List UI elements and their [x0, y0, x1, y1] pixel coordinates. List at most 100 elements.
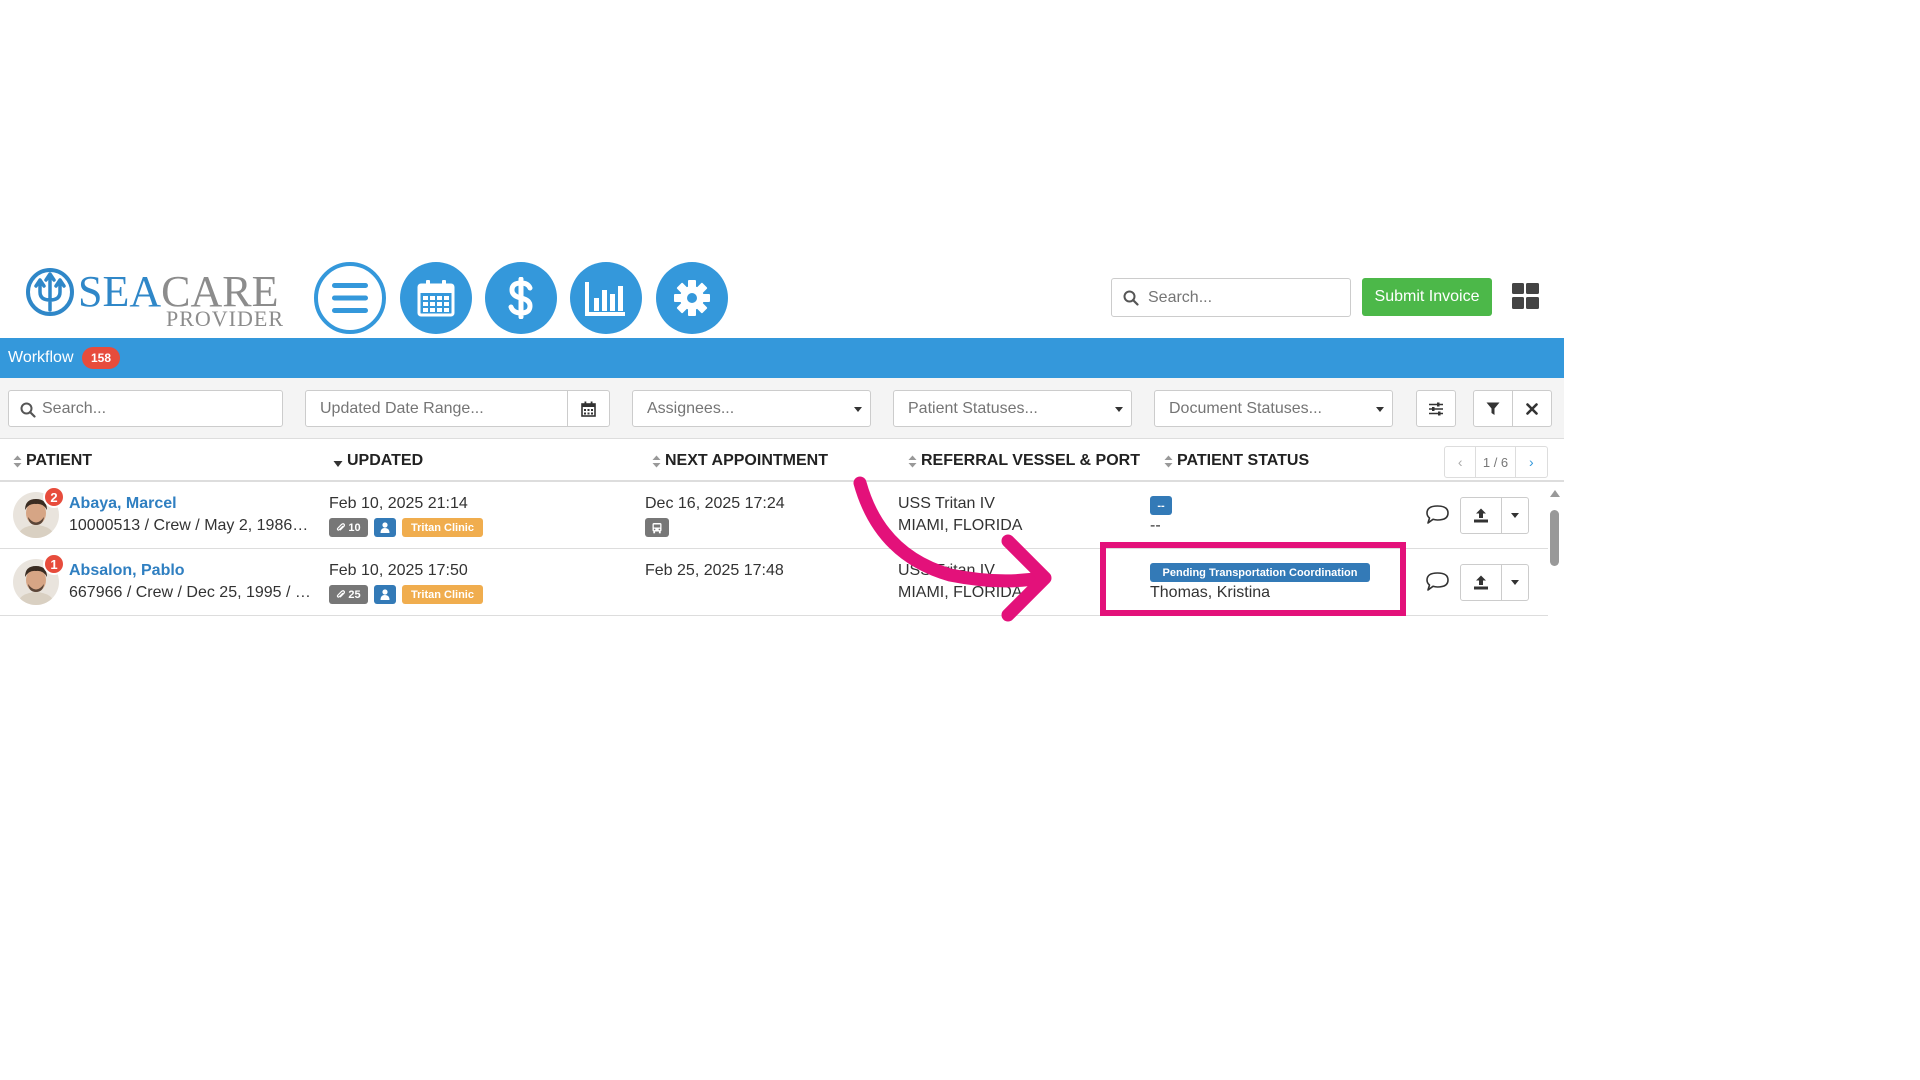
comment-icon[interactable] [1425, 571, 1450, 593]
comment-icon[interactable] [1425, 504, 1450, 526]
calendar-icon [417, 280, 455, 317]
filter-button[interactable] [1473, 390, 1513, 427]
table-scrollbar[interactable] [1548, 482, 1562, 618]
chevron-down-icon [1376, 407, 1384, 412]
patient-search-box[interactable] [8, 390, 283, 427]
filter-icon [1486, 402, 1500, 415]
pagination: ‹ 1 / 6 › [1444, 446, 1548, 478]
trident-logo-icon [26, 268, 74, 316]
previous-page-button[interactable]: ‹ [1445, 447, 1477, 477]
paperclip-icon [337, 522, 346, 531]
calendar-nav-button[interactable] [400, 262, 472, 334]
date-picker-button[interactable] [567, 391, 609, 426]
chevron-down-icon [1511, 513, 1519, 518]
filter-toolbar [0, 378, 1564, 438]
column-header-patient[interactable]: PATIENT [13, 452, 92, 470]
upload-button[interactable] [1461, 565, 1502, 600]
next-page-button[interactable]: › [1516, 447, 1547, 477]
chevron-down-icon [854, 407, 862, 412]
assignee-badge[interactable] [374, 518, 396, 537]
column-settings-button[interactable] [1416, 390, 1456, 427]
date-range-input[interactable] [306, 391, 568, 426]
patient-status-badge[interactable]: -- [1150, 496, 1172, 515]
workflow-title[interactable]: Workflow [8, 349, 74, 367]
table-header: PATIENT UPDATED NEXT APPOINTMENT REFERRA… [0, 438, 1564, 482]
upload-button[interactable] [1461, 498, 1502, 533]
patient-search-input[interactable] [9, 391, 282, 426]
menu-nav-button[interactable] [314, 262, 386, 334]
sort-icon [13, 455, 22, 467]
sort-desc-icon [333, 460, 343, 467]
assignee-badge[interactable] [374, 585, 396, 604]
annotation-highlight-box [1100, 542, 1406, 616]
document-statuses-input[interactable] [1155, 391, 1392, 426]
chevron-down-icon [1115, 407, 1123, 412]
patient-statuses-select[interactable] [893, 390, 1132, 427]
close-icon [1526, 402, 1538, 415]
calendar-icon [581, 401, 596, 417]
global-search-box[interactable] [1111, 278, 1351, 317]
updated-date: Feb 10, 2025 21:14 [329, 495, 468, 512]
transport-badge[interactable] [645, 518, 669, 537]
upload-icon [1474, 508, 1488, 523]
settings-nav-button[interactable] [656, 262, 728, 334]
submit-invoice-button[interactable]: Submit Invoice [1362, 278, 1492, 316]
billing-nav-button[interactable] [485, 262, 557, 334]
clinic-badge[interactable]: Tritan Clinic [402, 585, 483, 604]
logo-subtitle: PROVIDER [165, 306, 284, 331]
bar-chart-icon [585, 282, 625, 316]
row-actions-group [1460, 564, 1529, 601]
paperclip-icon [337, 589, 346, 598]
page-indicator: 1 / 6 [1476, 447, 1516, 477]
gear-icon [674, 280, 710, 316]
updated-date: Feb 10, 2025 17:50 [329, 562, 468, 579]
notification-badge: 2 [43, 486, 65, 508]
column-header-referral-vessel-port[interactable]: REFERRAL VESSEL & PORT [908, 452, 1140, 470]
date-range-field[interactable] [305, 390, 610, 427]
patient-name-link[interactable]: Abaya, Marcel [69, 495, 177, 513]
bus-icon [652, 522, 662, 533]
scroll-up-arrow-icon[interactable] [1550, 490, 1560, 497]
search-icon [20, 402, 36, 418]
status-assignee: -- [1150, 517, 1161, 534]
row-actions-dropdown[interactable] [1502, 565, 1528, 600]
next-appointment-date: Dec 16, 2025 17:24 [645, 495, 785, 512]
chevron-down-icon [1511, 580, 1519, 585]
reports-nav-button[interactable] [570, 262, 642, 334]
row-actions-dropdown[interactable] [1502, 498, 1528, 533]
assignees-input[interactable] [633, 391, 870, 426]
notification-badge: 1 [43, 553, 65, 575]
search-icon [1123, 290, 1139, 306]
column-header-next-appointment[interactable]: NEXT APPOINTMENT [652, 452, 828, 470]
sliders-icon [1429, 402, 1443, 415]
attachments-badge[interactable]: 10 [329, 518, 368, 537]
patient-details: 667966 / Crew / Dec 25, 1995 / … [69, 584, 311, 601]
patient-details: 10000513 / Crew / May 2, 1986 / … [69, 517, 311, 534]
clinic-badge[interactable]: Tritan Clinic [402, 518, 483, 537]
column-header-patient-status[interactable]: PATIENT STATUS [1164, 452, 1309, 470]
document-statuses-select[interactable] [1154, 390, 1393, 427]
assignees-select[interactable] [632, 390, 871, 427]
table-row[interactable]: 2 Abaya, Marcel 10000513 / Crew / May 2,… [0, 482, 1548, 549]
user-icon [380, 522, 390, 533]
sort-icon [908, 455, 917, 467]
workflow-bar: Workflow 158 [0, 338, 1564, 378]
brand-logo[interactable]: SEACARE PROVIDER [24, 264, 286, 331]
dollar-icon [508, 277, 533, 319]
sort-icon [1164, 455, 1173, 467]
clear-filters-button[interactable] [1512, 390, 1552, 427]
grid-icon[interactable] [1512, 283, 1539, 310]
attachments-badge[interactable]: 25 [329, 585, 368, 604]
next-appointment-date: Feb 25, 2025 17:48 [645, 562, 784, 579]
scrollbar-thumb[interactable] [1550, 510, 1559, 566]
workflow-count-badge: 158 [82, 347, 120, 369]
column-header-updated[interactable]: UPDATED [333, 452, 423, 470]
menu-icon [332, 283, 368, 313]
upload-icon [1474, 575, 1488, 590]
patient-statuses-input[interactable] [894, 391, 1131, 426]
global-search-input[interactable] [1112, 279, 1350, 316]
row-actions-group [1460, 497, 1529, 534]
sort-icon [652, 455, 661, 467]
patient-name-link[interactable]: Absalon, Pablo [69, 562, 185, 580]
user-icon [380, 589, 390, 600]
